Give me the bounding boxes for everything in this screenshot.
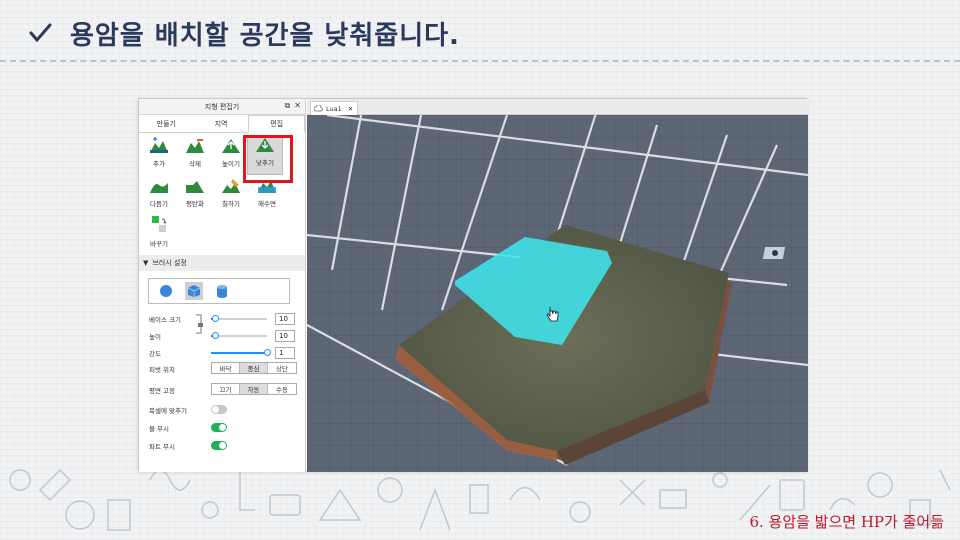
- pivot-bottom-button[interactable]: 바닥: [212, 363, 240, 373]
- tool-flatten[interactable]: 평탄화: [177, 177, 213, 217]
- tool-label: 평탄화: [186, 200, 204, 208]
- strength-fill: [211, 352, 267, 354]
- tab-lua1-label: Lua1: [326, 104, 342, 113]
- size-lock-icon[interactable]: [194, 313, 204, 335]
- panel-titlebar: 지형 편집기 ⧉ ✕: [139, 99, 305, 115]
- tool-smooth[interactable]: 다듬기: [141, 177, 177, 217]
- base-size-label: 베이스 크기: [149, 316, 181, 324]
- height-label: 높이: [149, 333, 161, 341]
- cloud-icon: [314, 105, 323, 112]
- spawn-location-icon: [762, 247, 785, 259]
- ignore-parts-toggle[interactable]: [211, 441, 227, 450]
- strength-input[interactable]: 1: [275, 347, 295, 359]
- sea-level-icon: [258, 181, 276, 193]
- tab-lua1[interactable]: Lua1 ✕: [310, 101, 358, 115]
- 3d-viewport[interactable]: [307, 115, 808, 472]
- tab-region[interactable]: 지역: [194, 115, 249, 132]
- replace-icon: [152, 216, 167, 232]
- strength-slider[interactable]: [264, 349, 271, 356]
- dock-icon[interactable]: ⧉: [285, 101, 291, 111]
- terrain-smooth-icon: [150, 183, 168, 193]
- tool-grid: 추가 삭제 높이기 낮추기 다듬기 평탄화 칠하기 해수면 바꾸기: [139, 133, 305, 255]
- tool-label: 칠하기: [222, 200, 240, 208]
- panel-title: 지형 편집기: [204, 102, 240, 111]
- ignore-water-toggle[interactable]: [211, 423, 227, 432]
- tool-sea-level[interactable]: 해수면: [249, 177, 285, 217]
- close-icon[interactable]: ✕: [294, 101, 301, 111]
- terrain-paint-icon: [222, 179, 240, 193]
- terrain-editor-panel: 지형 편집기 ⧉ ✕ 만들기 지역 편집 추가 삭제 높이기 낮추기 다듬기 평…: [139, 99, 306, 472]
- height-slider[interactable]: [212, 332, 220, 339]
- tool-label: 삭제: [189, 160, 201, 168]
- tool-label: 높이기: [222, 160, 240, 168]
- slide-title: 용암을 배치할 공간을 낮춰줍니다.: [70, 20, 460, 51]
- tool-add[interactable]: 추가: [141, 137, 177, 177]
- tool-subtract[interactable]: 삭제: [177, 137, 213, 177]
- editor-screenshot: 지형 편집기 ⧉ ✕ 만들기 지역 편집 추가 삭제 높이기 낮추기 다듬기 평…: [138, 98, 808, 472]
- panel-controls: ⧉ ✕: [285, 101, 301, 111]
- tool-label: 해수면: [258, 200, 276, 208]
- height-track: [211, 335, 267, 337]
- tab-close-icon[interactable]: ✕: [348, 105, 353, 113]
- shape-sphere-button[interactable]: [157, 282, 175, 300]
- plane-lock-manual-button[interactable]: 수동: [268, 384, 296, 394]
- slide-title-row: 용암을 배치할 공간을 낮춰줍니다.: [28, 10, 460, 56]
- pivot-segmented-control: 바닥 중심 상단: [211, 362, 297, 374]
- base-size-input[interactable]: 10: [275, 313, 295, 325]
- pivot-top-button[interactable]: 상단: [268, 363, 296, 373]
- collapse-triangle-icon: ▼: [143, 259, 149, 267]
- plane-lock-auto-button[interactable]: 자동: [240, 384, 268, 394]
- plane-lock-label: 평면 고정: [149, 387, 175, 395]
- ignore-parts-label: 파트 무시: [149, 443, 175, 451]
- tool-label: 바꾸기: [150, 240, 168, 248]
- plane-lock-off-button[interactable]: 끄기: [212, 384, 240, 394]
- terrain-subtract-icon: [186, 139, 204, 153]
- tool-label: 다듬기: [150, 200, 168, 208]
- tool-label: 낮추기: [256, 159, 274, 167]
- brush-section-label: 브러시 설정: [152, 259, 187, 267]
- tool-replace[interactable]: 바꾸기: [141, 215, 177, 255]
- snap-to-voxels-label: 복셀에 맞추기: [149, 407, 187, 415]
- tool-label: 추가: [153, 160, 165, 168]
- strength-label: 강도: [149, 350, 161, 358]
- brush-shape-selector: [148, 278, 290, 304]
- plane-lock-segmented-control: 끄기 자동 수동: [211, 383, 297, 395]
- viewport-tab-bar: Lua1 ✕: [307, 99, 808, 115]
- sphere-icon: [160, 285, 172, 297]
- footer-caption: 6. 용암을 밟으면 HP가 줄어듦: [749, 513, 944, 531]
- checkmark-icon: [29, 23, 52, 43]
- cube-icon: [187, 285, 201, 297]
- tab-create[interactable]: 만들기: [139, 115, 194, 132]
- terrain-grow-icon: [222, 139, 240, 153]
- terrain-erode-icon: [256, 138, 274, 152]
- tool-paint[interactable]: 칠하기: [213, 177, 249, 217]
- shape-cube-button[interactable]: [185, 282, 203, 300]
- cylinder-icon: [217, 285, 227, 298]
- height-input[interactable]: 10: [275, 330, 295, 342]
- ignore-water-label: 물 무시: [149, 425, 170, 433]
- title-divider: [0, 60, 960, 62]
- tab-edit[interactable]: 편집: [248, 115, 306, 133]
- tool-erode[interactable]: 낮추기: [247, 135, 283, 175]
- pivot-center-button[interactable]: 중심: [240, 363, 268, 373]
- base-size-slider[interactable]: [212, 315, 220, 322]
- terrain-add-icon: [150, 137, 168, 153]
- pivot-label: 피벗 위치: [149, 366, 175, 374]
- tool-grow[interactable]: 높이기: [213, 137, 249, 177]
- brush-section-header[interactable]: ▼ 브러시 설정: [139, 255, 305, 271]
- terrain-flatten-icon: [186, 181, 204, 193]
- panel-tabs: 만들기 지역 편집: [139, 115, 306, 133]
- shape-cylinder-button[interactable]: [213, 282, 231, 300]
- base-size-track: [211, 318, 267, 320]
- snap-to-voxels-toggle[interactable]: [211, 405, 227, 414]
